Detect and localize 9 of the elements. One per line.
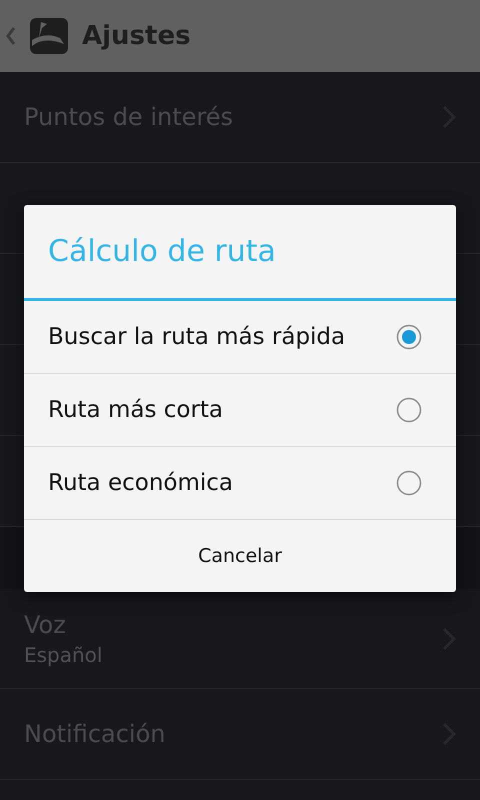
radio-option[interactable]: Ruta económica bbox=[24, 447, 456, 520]
radio-option[interactable]: Ruta más corta bbox=[24, 374, 456, 447]
flag-road-icon bbox=[30, 18, 68, 54]
cancel-button[interactable]: Cancelar bbox=[24, 520, 456, 592]
dialog-title: Cálculo de ruta bbox=[24, 205, 456, 301]
back-icon[interactable] bbox=[6, 26, 16, 46]
radio-option[interactable]: Buscar la ruta más rápida bbox=[24, 301, 456, 374]
screen-title: Ajustes bbox=[82, 21, 191, 51]
setting-value: Español bbox=[24, 642, 102, 666]
